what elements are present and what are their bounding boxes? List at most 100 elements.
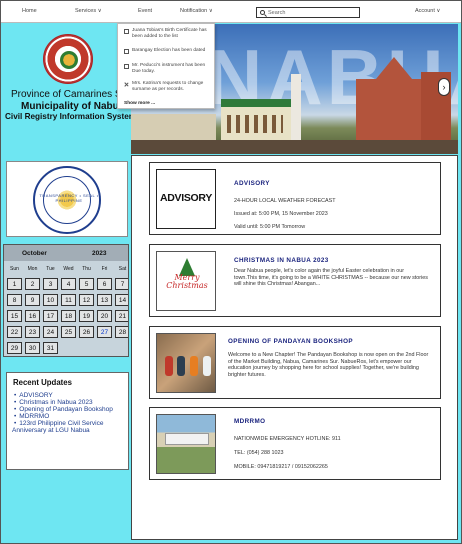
calendar-day-cell[interactable]: 20 bbox=[97, 310, 112, 322]
post-body: 24-HOUR LOCAL WEATHER FORECAST Issued at… bbox=[234, 198, 336, 230]
recent-update-link[interactable]: ADVISORY bbox=[12, 392, 127, 399]
calendar-day-cell[interactable]: 11 bbox=[61, 294, 76, 306]
recent-updates-list: ADVISORY Christmas in Nabua 2023 Opening… bbox=[12, 392, 127, 434]
calendar-day-header: Mon bbox=[27, 266, 38, 272]
top-nav: Home Services ∨ Event Notification ∨ Sea… bbox=[1, 1, 461, 23]
notification-item[interactable]: Mr. Peducci's instrument has been Due to… bbox=[124, 63, 212, 75]
calendar-day-cell[interactable]: 28 bbox=[115, 326, 128, 338]
christmas-thumbnail: Merry Christmas bbox=[156, 251, 216, 311]
nav-event[interactable]: Event bbox=[138, 8, 152, 14]
recent-update-link[interactable]: Christmas in Nabua 2023 bbox=[12, 399, 127, 406]
nav-home[interactable]: Home bbox=[22, 8, 37, 14]
recent-updates-panel: Recent Updates ADVISORY Christmas in Nab… bbox=[6, 372, 129, 470]
calendar-day-cell[interactable]: 30 bbox=[25, 342, 40, 354]
calendar-day-header: Tue bbox=[46, 266, 55, 272]
close-icon[interactable] bbox=[124, 82, 129, 87]
calendar-day-cell[interactable]: 10 bbox=[43, 294, 58, 306]
calendar-day-header: Sun bbox=[10, 266, 19, 272]
calendar-day-cell[interactable]: 17 bbox=[43, 310, 58, 322]
post-body: NATIONWIDE EMERGENCY HOTLINE: 911 TEL: (… bbox=[234, 436, 341, 470]
recent-update-link[interactable]: Opening of Pandayan Bookshop bbox=[12, 406, 127, 413]
calendar-day-cell[interactable]: 2 bbox=[25, 278, 40, 290]
calendar-empty-cell bbox=[115, 342, 128, 354]
calendar-widget: October 2023 Sun Mon Tue Wed Thu Fri Sat 1 2 3 4 5 6… bbox=[3, 244, 129, 357]
notification-item[interactable]: Mrs. Katrina's requests to change surnam… bbox=[124, 81, 212, 93]
calendar-empty-cell bbox=[61, 342, 76, 354]
main-content: ADVISORY ADVISORY 24-HOUR LOCAL WEATHER … bbox=[131, 155, 458, 540]
calendar-empty-cell bbox=[97, 342, 112, 354]
transparency-seal-panel[interactable]: TRANSPARENCY • SEAL • PHILIPPINE bbox=[6, 161, 128, 237]
province-title: Province of Camarines S bbox=[11, 89, 122, 100]
notification-item[interactable]: Juana Tobias's Birth Certificate has bee… bbox=[124, 28, 212, 40]
post-card[interactable]: OPENING OF PANDAYAN BOOKSHOP Welcome to … bbox=[149, 326, 441, 399]
mdrrmo-thumbnail bbox=[156, 414, 216, 474]
calendar-day-cell[interactable]: 6 bbox=[97, 278, 112, 290]
municipality-seal-logo bbox=[43, 34, 93, 84]
document-icon bbox=[124, 28, 129, 34]
search-icon bbox=[260, 10, 265, 15]
banner-ground bbox=[131, 140, 458, 154]
post-card[interactable]: ADVISORY ADVISORY 24-HOUR LOCAL WEATHER … bbox=[149, 162, 441, 235]
post-title[interactable]: OPENING OF PANDAYAN BOOKSHOP bbox=[228, 338, 353, 345]
calendar-year: 2023 bbox=[92, 250, 107, 257]
document-icon bbox=[124, 63, 129, 69]
calendar-day-cell[interactable]: 13 bbox=[97, 294, 112, 306]
calendar-day-cell[interactable]: 15 bbox=[7, 310, 22, 322]
calendar-day-cell[interactable]: 14 bbox=[115, 294, 128, 306]
calendar-day-cell[interactable]: 5 bbox=[79, 278, 94, 290]
post-body: Welcome to a New Chapter! The Pandayan B… bbox=[228, 352, 429, 378]
banner-municipal-hall bbox=[221, 99, 291, 141]
advisory-thumbnail: ADVISORY bbox=[156, 169, 216, 229]
transparency-seal-logo: TRANSPARENCY • SEAL • PHILIPPINE bbox=[33, 166, 101, 234]
calendar-day-cell[interactable]: 16 bbox=[25, 310, 40, 322]
calendar-day-cell[interactable]: 31 bbox=[43, 342, 58, 354]
municipality-title: Municipality of Nabua bbox=[21, 101, 125, 112]
calendar-day-cell[interactable]: 25 bbox=[61, 326, 76, 338]
calendar-day-cell[interactable]: 19 bbox=[79, 310, 94, 322]
document-icon bbox=[124, 48, 129, 54]
recent-updates-title: Recent Updates bbox=[13, 378, 72, 387]
notification-item[interactable]: Barangay Election has been dated bbox=[124, 48, 212, 54]
calendar-day-header: Thu bbox=[82, 266, 91, 272]
calendar-day-cell[interactable]: 29 bbox=[7, 342, 22, 354]
show-more-link[interactable]: Show more ... bbox=[124, 101, 155, 106]
calendar-day-cell[interactable]: 8 bbox=[7, 294, 22, 306]
calendar-day-cell[interactable]: 4 bbox=[61, 278, 76, 290]
calendar-day-cell[interactable]: 7 bbox=[115, 278, 128, 290]
recent-update-link[interactable]: MDRRMO bbox=[12, 413, 127, 420]
post-title[interactable]: CHRISTMAS IN NABUA 2023 bbox=[234, 257, 329, 264]
header-identity: Province of Camarines S Municipality of … bbox=[3, 24, 136, 154]
search-box[interactable]: Search bbox=[256, 7, 360, 18]
calendar-day-cell[interactable]: 21 bbox=[115, 310, 128, 322]
calendar-day-cell[interactable]: 1 bbox=[7, 278, 22, 290]
office-title: Civil Registry Information System bbox=[5, 112, 137, 121]
calendar-day-cell[interactable]: 3 bbox=[43, 278, 58, 290]
post-title[interactable]: ADVISORY bbox=[234, 180, 270, 187]
nav-account[interactable]: Account ∨ bbox=[415, 8, 440, 14]
recent-update-link[interactable]: 123rd Philippine Civil Service Anniversa… bbox=[12, 420, 127, 434]
calendar-day-header: Sat bbox=[118, 266, 127, 272]
post-card[interactable]: Merry Christmas CHRISTMAS IN NABUA 2023 … bbox=[149, 244, 441, 317]
calendar-header: October 2023 bbox=[4, 245, 128, 261]
nav-services[interactable]: Services ∨ bbox=[75, 8, 102, 14]
search-input[interactable]: Search bbox=[268, 10, 285, 16]
calendar-day-header: Fri bbox=[101, 266, 108, 272]
post-title[interactable]: MDRRMO bbox=[234, 418, 265, 425]
bookshop-thumbnail bbox=[156, 333, 216, 393]
calendar-month: October bbox=[22, 250, 47, 257]
calendar-day-cell[interactable]: 24 bbox=[43, 326, 58, 338]
calendar-day-cell[interactable]: 27 bbox=[97, 326, 112, 338]
calendar-day-cell[interactable]: 12 bbox=[79, 294, 94, 306]
calendar-day-cell[interactable]: 26 bbox=[79, 326, 94, 338]
nav-notification[interactable]: Notification ∨ bbox=[180, 8, 213, 14]
banner-church bbox=[356, 57, 431, 144]
calendar-day-header: Wed bbox=[63, 266, 74, 272]
calendar-day-cell[interactable]: 23 bbox=[25, 326, 40, 338]
post-body: Dear Nabua people, let's color again the… bbox=[234, 268, 428, 287]
calendar-day-cell[interactable]: 22 bbox=[7, 326, 22, 338]
calendar-day-cell[interactable]: 18 bbox=[61, 310, 76, 322]
banner-monument bbox=[291, 74, 301, 144]
chevron-right-icon[interactable]: › bbox=[438, 78, 450, 96]
post-card[interactable]: MDRRMO NATIONWIDE EMERGENCY HOTLINE: 911… bbox=[149, 407, 441, 480]
calendar-day-cell[interactable]: 9 bbox=[25, 294, 40, 306]
